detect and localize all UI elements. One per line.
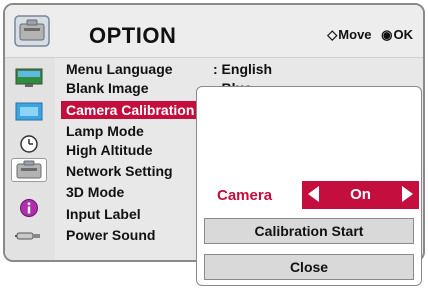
menu-item-high-altitude[interactable]: High Altitude <box>66 141 153 159</box>
menu-item-blank-image[interactable]: Blank Image <box>66 79 148 97</box>
ok-icon: ◉ <box>381 27 393 42</box>
clock-icon[interactable] <box>15 134 43 154</box>
page-title: OPTION <box>89 23 177 48</box>
menu-item-camera-calibration[interactable]: Camera Calibration <box>61 101 211 119</box>
menu-item-power-sound[interactable]: Power Sound <box>66 226 155 244</box>
info-icon[interactable] <box>15 198 43 218</box>
menu-item-network-setting[interactable]: Network Setting <box>66 162 173 180</box>
camera-label: Camera <box>217 187 273 204</box>
calibration-start-button[interactable]: Calibration Start <box>204 218 414 244</box>
screen-icon[interactable] <box>15 102 43 122</box>
move-hint-label: Move <box>338 27 372 42</box>
menu-item-lamp-mode[interactable]: Lamp Mode <box>66 122 144 140</box>
arrow-right-icon[interactable] <box>402 186 413 202</box>
menu-item-input-label[interactable]: Input Label <box>66 205 141 223</box>
close-button[interactable]: Close <box>204 254 414 280</box>
option-category-selected[interactable] <box>11 158 47 182</box>
picture-icon[interactable] <box>15 68 43 88</box>
menu-language-value: : English <box>213 61 273 77</box>
toolbox-icon <box>14 15 50 47</box>
category-sidebar <box>5 58 55 260</box>
move-icon: ◇ <box>327 27 338 42</box>
camera-toggle[interactable]: On <box>302 181 419 209</box>
menu-item-3d-mode[interactable]: 3D Mode <box>66 183 124 201</box>
menu-item-menu-language[interactable]: Menu Language <box>66 60 173 78</box>
ok-hint-label: OK <box>393 27 414 42</box>
navigation-hint: ◇Move ◉OK <box>327 27 413 43</box>
input-icon[interactable] <box>15 226 43 246</box>
camera-calibration-popup: Camera On Calibration Start Close <box>196 86 422 286</box>
osd-header: OPTION ◇Move ◉OK <box>5 5 423 58</box>
toolbox-icon <box>16 160 42 179</box>
